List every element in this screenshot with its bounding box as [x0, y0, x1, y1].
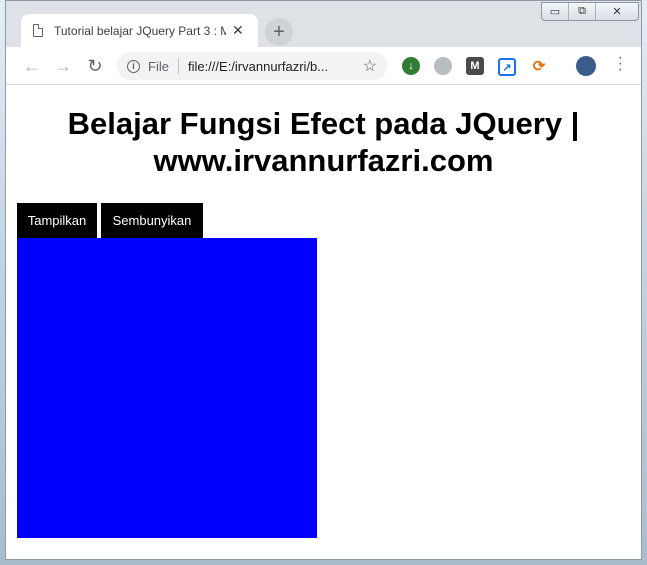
address-divider — [177, 58, 179, 74]
share-extension-icon[interactable]: ↗ — [498, 58, 516, 76]
browser-tab[interactable]: Tutorial belajar JQuery Part 3 : M ✕ — [21, 14, 258, 47]
m-extension-icon[interactable]: M — [466, 57, 484, 75]
page-content: Belajar Fungsi Efect pada JQuery | www.i… — [6, 85, 641, 559]
heading-line-1: Belajar Fungsi Efect pada JQuery | — [67, 106, 580, 141]
url-text[interactable]: file:///E:/irvannurfazri/b... — [188, 59, 348, 74]
browser-toolbar: ← → ↻ i File file:///E:/irvannurfazri/b.… — [6, 47, 641, 85]
window-controls: ▭ ⧉ ✕ — [541, 2, 639, 21]
back-arrow-icon[interactable]: ← — [22, 56, 42, 76]
tab-title: Tutorial belajar JQuery Part 3 : M — [54, 23, 226, 38]
download-manager-icon[interactable]: ↓ — [402, 57, 420, 75]
page-heading: Belajar Fungsi Efect pada JQuery | www.i… — [6, 105, 641, 179]
profile-avatar[interactable] — [576, 56, 596, 76]
reload-icon[interactable]: ↻ — [85, 56, 105, 76]
tab-close-button[interactable]: ✕ — [232, 22, 244, 39]
browser-window: Tutorial belajar JQuery Part 3 : M ✕ + ▭… — [5, 0, 642, 560]
blue-box — [17, 238, 317, 538]
forward-arrow-icon[interactable]: → — [53, 56, 73, 76]
menu-dots-icon[interactable]: · · · — [618, 50, 623, 78]
heading-line-2: www.irvannurfazri.com — [153, 143, 494, 178]
address-bar[interactable]: i File file:///E:/irvannurfazri/b... ☆ — [117, 52, 387, 80]
minimize-button[interactable]: ▭ — [542, 3, 568, 20]
hide-button[interactable]: Sembunyikan — [101, 203, 203, 238]
globe-icon[interactable] — [434, 57, 452, 75]
close-window-button[interactable]: ✕ — [595, 3, 638, 20]
new-tab-button[interactable]: + — [265, 18, 293, 46]
title-bar: Tutorial belajar JQuery Part 3 : M ✕ + ▭… — [6, 1, 641, 47]
sync-extension-icon[interactable]: ⟳ — [530, 57, 548, 75]
bookmark-star-icon[interactable]: ☆ — [363, 56, 377, 76]
restore-button[interactable]: ⧉ — [568, 3, 595, 20]
document-icon — [33, 24, 43, 37]
scheme-label: File — [148, 58, 169, 74]
show-button[interactable]: Tampilkan — [17, 203, 97, 238]
info-icon[interactable]: i — [127, 59, 140, 73]
